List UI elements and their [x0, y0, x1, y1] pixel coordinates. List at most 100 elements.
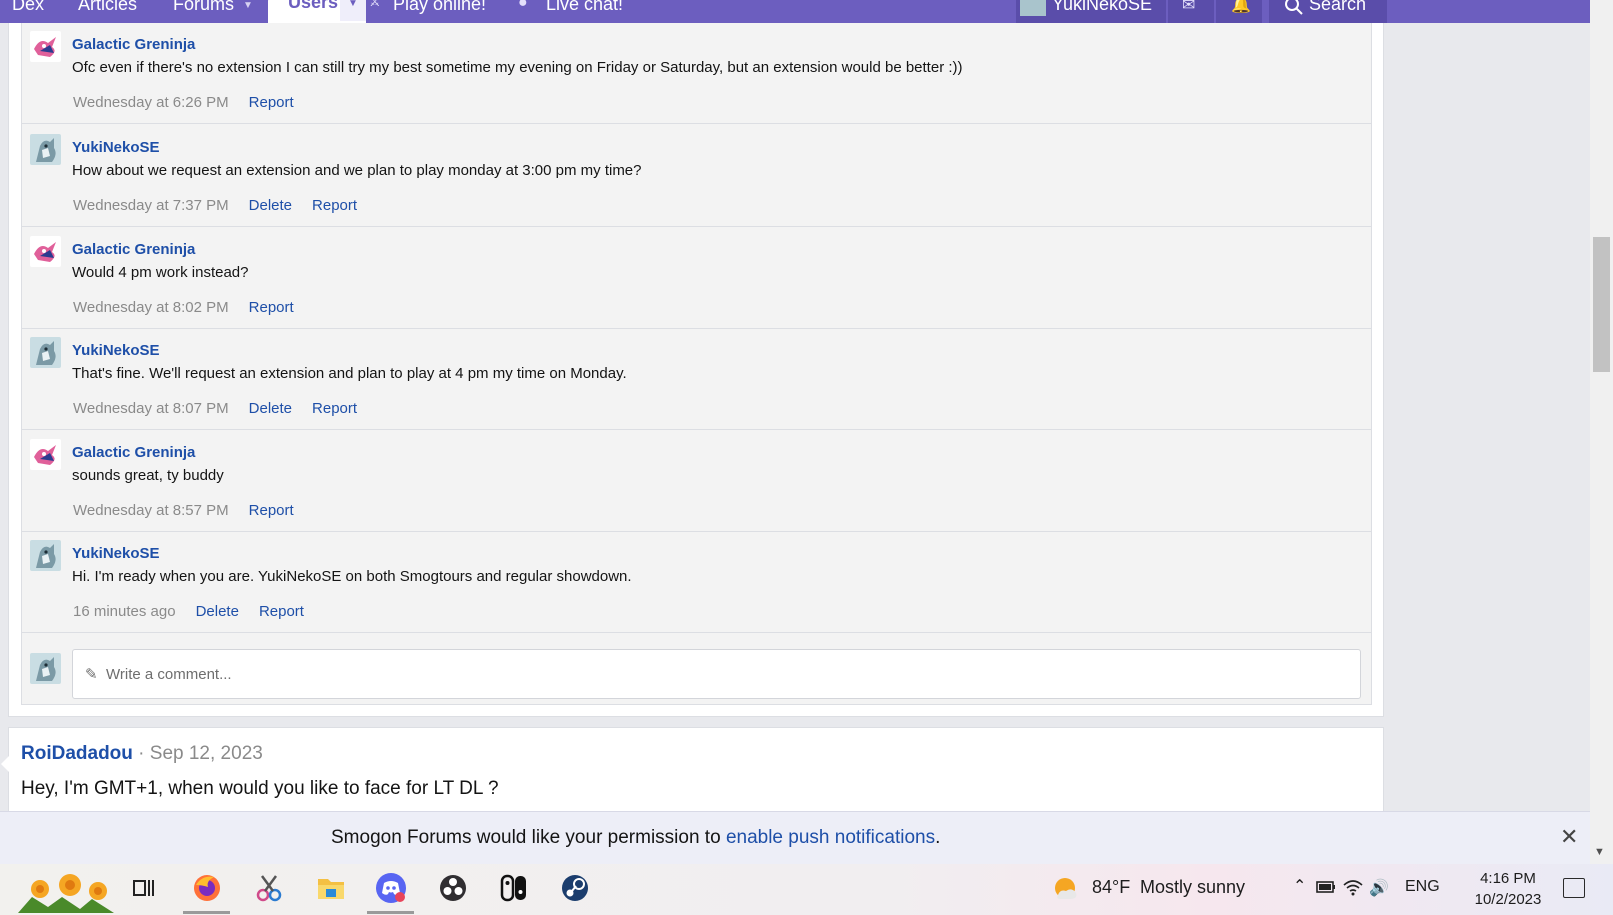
scrollbar-thumb[interactable]: [1593, 237, 1610, 372]
comment-time[interactable]: Wednesday at 8:02 PM: [73, 299, 229, 316]
avatar[interactable]: [30, 134, 61, 165]
comment-item: Galactic Greninja sounds great, ty buddy…: [22, 431, 1371, 532]
post-author[interactable]: RoiDadadou: [21, 743, 133, 764]
report-link[interactable]: Report: [249, 502, 294, 519]
comment-time[interactable]: Wednesday at 8:07 PM: [73, 400, 229, 417]
weather-text[interactable]: Mostly sunny: [1140, 877, 1245, 898]
input-language[interactable]: ENG: [1405, 878, 1440, 896]
firefox-icon[interactable]: [189, 870, 225, 906]
scroll-down-icon[interactable]: ▼: [1594, 846, 1605, 858]
nav-users-label: Users: [288, 0, 339, 12]
report-link[interactable]: Report: [259, 603, 304, 620]
report-link[interactable]: Report: [249, 94, 294, 111]
comment-author[interactable]: Galactic Greninja: [72, 241, 195, 258]
delete-link[interactable]: Delete: [249, 400, 292, 417]
comment-text: Hi. I'm ready when you are. YukiNekoSE o…: [72, 568, 632, 585]
avatar[interactable]: [30, 540, 61, 571]
comment-item: YukiNekoSE That's fine. We'll request an…: [22, 329, 1371, 430]
alerts-button[interactable]: 🔔: [1216, 0, 1262, 23]
task-view-icon[interactable]: [126, 870, 162, 906]
search-button[interactable]: Search: [1269, 0, 1387, 23]
comment-placeholder: Write a comment...: [106, 666, 232, 683]
nav-dex[interactable]: Dex: [12, 0, 44, 23]
comment-item: YukiNekoSE How about we request an exten…: [22, 126, 1371, 227]
snipping-tool-icon[interactable]: [251, 870, 287, 906]
battery-icon[interactable]: [1316, 880, 1336, 894]
flower-widget-icon[interactable]: [18, 867, 114, 913]
comment-author[interactable]: YukiNekoSE: [72, 545, 160, 562]
nintendo-switch-icon[interactable]: [496, 870, 532, 906]
reply-row: ✎ Write a comment...: [22, 641, 1371, 705]
comment-meta: Wednesday at 6:26 PM Report: [73, 94, 294, 111]
comment-author[interactable]: Galactic Greninja: [72, 444, 195, 461]
nav-play-online[interactable]: Play online!: [393, 0, 486, 23]
comment-text: Ofc even if there's no extension I can s…: [72, 59, 963, 76]
avatar[interactable]: [30, 337, 61, 368]
comment-time[interactable]: 16 minutes ago: [73, 603, 176, 620]
comment-item: Galactic Greninja Ofc even if there's no…: [22, 23, 1371, 124]
chevron-up-icon[interactable]: ⌃: [1293, 876, 1306, 896]
comment-text: How about we request an extension and we…: [72, 162, 642, 179]
close-icon[interactable]: ✕: [1560, 824, 1578, 850]
clock-time: 4:16 PM: [1480, 870, 1536, 887]
nav-users[interactable]: Users ▼: [268, 0, 366, 23]
post-header: RoiDadadou · Sep 12, 2023: [21, 743, 263, 765]
notification-center-icon[interactable]: [1563, 878, 1585, 898]
taskbar: 84°F Mostly sunny ⌃ 🔊 ENG 4:16 PM 10/2/2…: [0, 864, 1613, 915]
push-notice-text: Smogon Forums would like your permission…: [331, 827, 940, 849]
steam-icon[interactable]: [557, 870, 593, 906]
search-icon: [1285, 0, 1303, 15]
nav-articles[interactable]: Articles: [78, 0, 137, 23]
file-explorer-icon[interactable]: [313, 870, 349, 906]
separator: ·: [138, 743, 145, 764]
report-link[interactable]: Report: [312, 197, 357, 214]
discord-icon[interactable]: [373, 870, 409, 906]
nav-forums[interactable]: Forums: [173, 0, 234, 23]
report-link[interactable]: Report: [249, 299, 294, 316]
wifi-icon[interactable]: [1342, 877, 1364, 897]
clock[interactable]: 4:16 PM 10/2/2023: [1468, 868, 1548, 910]
page-scrollbar[interactable]: ▼: [1590, 0, 1613, 864]
nav-live-chat[interactable]: Live chat!: [546, 0, 623, 23]
comment-input[interactable]: ✎ Write a comment...: [72, 649, 1361, 699]
chevron-down-icon[interactable]: ▼: [340, 0, 366, 21]
chevron-down-icon[interactable]: ▼: [243, 0, 257, 14]
comment-meta: Wednesday at 8:07 PM Delete Report: [73, 400, 357, 417]
inbox-button[interactable]: ✉: [1168, 0, 1214, 23]
avatar[interactable]: [30, 439, 61, 470]
comment-author[interactable]: YukiNekoSE: [72, 342, 160, 359]
delete-link[interactable]: Delete: [249, 197, 292, 214]
avatar[interactable]: [30, 236, 61, 267]
report-link[interactable]: Report: [312, 400, 357, 417]
obs-icon[interactable]: [435, 870, 471, 906]
comment-time[interactable]: Wednesday at 7:37 PM: [73, 197, 229, 214]
comment-time[interactable]: Wednesday at 8:57 PM: [73, 502, 229, 519]
weather-sunny-icon[interactable]: [1052, 875, 1078, 901]
active-app-indicator: [183, 911, 230, 914]
avatar: [1020, 0, 1046, 16]
comment-author[interactable]: Galactic Greninja: [72, 36, 195, 53]
volume-icon[interactable]: 🔊: [1369, 878, 1389, 898]
comment-author[interactable]: YukiNekoSE: [72, 139, 160, 156]
search-label: Search: [1309, 0, 1367, 14]
comment-meta: Wednesday at 8:57 PM Report: [73, 502, 294, 519]
avatar: [30, 653, 61, 684]
top-nav: Dex Articles Forums ▼ Users ▼ ⚔ Play onl…: [0, 0, 1590, 23]
comment-meta: 16 minutes ago Delete Report: [73, 603, 304, 620]
comment-time[interactable]: Wednesday at 6:26 PM: [73, 94, 229, 111]
push-notice-suffix: .: [935, 827, 941, 848]
account-menu[interactable]: YukiNekoSE: [1016, 0, 1166, 23]
account-username: YukiNekoSE: [1052, 0, 1153, 14]
enable-push-link[interactable]: enable push notifications: [726, 827, 935, 848]
delete-link[interactable]: Delete: [196, 603, 239, 620]
post-date[interactable]: Sep 12, 2023: [150, 743, 263, 764]
avatar[interactable]: [30, 31, 61, 62]
weather-temp[interactable]: 84°F: [1092, 877, 1130, 898]
push-notice-prefix: Smogon Forums would like your permission…: [331, 827, 726, 848]
chat-icon: ●: [518, 0, 528, 11]
speech-tail: [1, 756, 9, 772]
pencil-icon: ✎: [85, 666, 98, 683]
comment-meta: Wednesday at 7:37 PM Delete Report: [73, 197, 357, 214]
clock-date: 10/2/2023: [1474, 891, 1542, 908]
post-text: Hey, I'm GMT+1, when would you like to f…: [21, 778, 499, 799]
